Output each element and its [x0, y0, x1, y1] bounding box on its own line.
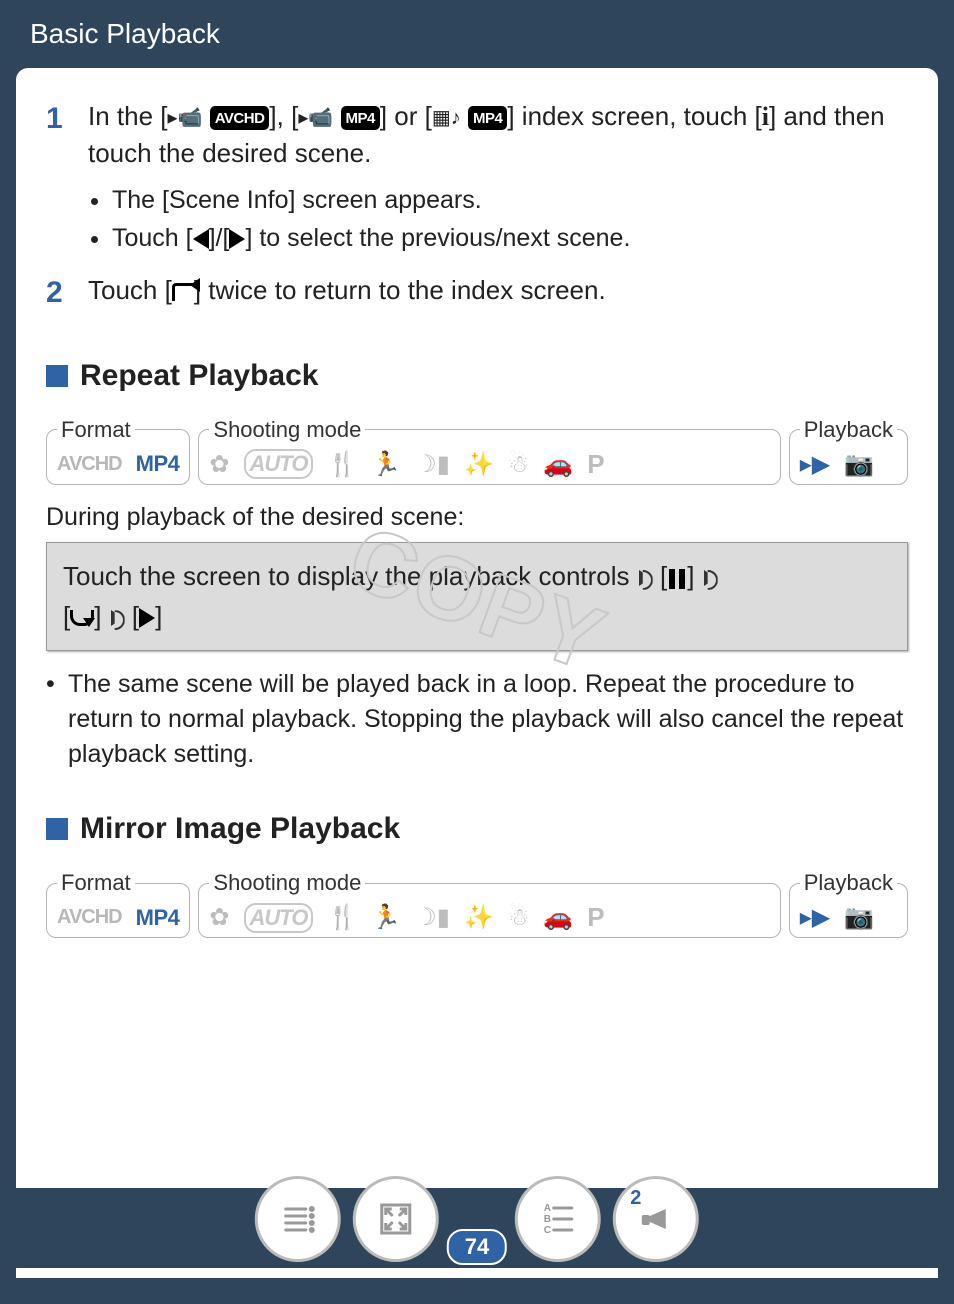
night-icon: ☽▮	[415, 450, 450, 479]
right-triangle-icon	[229, 229, 245, 249]
step-arrow-icon	[639, 570, 651, 586]
photo-playback-icon: 📷	[844, 903, 874, 932]
format-avchd: AVCHD	[57, 453, 122, 476]
food-icon: 🍴	[327, 450, 357, 479]
format-legend: Format	[57, 870, 135, 896]
playback-group: Playback ▸▶ 📷	[789, 870, 908, 938]
note: • The same scene will be played back in …	[46, 667, 908, 772]
sports-icon: 🏃	[371, 450, 401, 479]
night-icon: ☽▮	[415, 903, 450, 932]
shooting-mode-group: Shooting mode ✿ AUTO 🍴 🏃 ☽▮ ✨ ☃ 🚗 P	[198, 870, 780, 938]
section-repeat-playback: Repeat Playback	[46, 359, 908, 393]
snow-icon: ☃	[508, 903, 530, 932]
format-mp4: MP4	[136, 905, 180, 931]
lead-text: During playback of the desired scene:	[46, 503, 908, 532]
step-1-line: In the [▸📹 AVCHD], [▸📹 MP4] or [▦♪ MP4] …	[88, 98, 908, 172]
page-body: 1 In the [▸📹 AVCHD], [▸📹 MP4] or [▦♪ MP4…	[16, 68, 938, 1278]
toc-button[interactable]	[255, 1176, 341, 1262]
camcorder-icon: ▸📹	[168, 108, 203, 128]
fireworks-icon: ✨	[464, 450, 494, 479]
step-2-line: Touch [] twice to return to the index sc…	[88, 272, 606, 308]
car-icon: 🚗	[543, 903, 573, 932]
play-icon	[139, 608, 155, 628]
camcorder-icon: ▸📹	[298, 108, 333, 128]
info-icon: i	[762, 102, 769, 131]
auto-mode-icon: AUTO	[244, 903, 314, 933]
step-arrow-icon	[111, 610, 123, 626]
step-1-content: In the [▸📹 AVCHD], [▸📹 MP4] or [▦♪ MP4] …	[88, 98, 908, 258]
footer: 74 ABC 2	[0, 1188, 954, 1268]
format-avchd: AVCHD	[57, 906, 122, 929]
fireworks-icon: ✨	[464, 903, 494, 932]
svg-text:C: C	[544, 1225, 551, 1236]
svg-text:B: B	[544, 1214, 551, 1225]
left-triangle-icon	[193, 229, 209, 249]
loop-icon	[70, 610, 94, 626]
mode-bar: Format AVCHD MP4 Shooting mode ✿ AUTO 🍴 …	[46, 417, 908, 485]
page-header: Basic Playback	[0, 0, 954, 68]
svg-text:A: A	[544, 1203, 551, 1214]
step-2: 2 Touch [] twice to return to the index …	[46, 272, 908, 318]
bullet: Touch []/[] to select the previous/next …	[112, 220, 908, 256]
bullet-icon: •	[46, 667, 62, 772]
badge-number: 2	[630, 1187, 641, 1210]
step-number: 1	[46, 98, 70, 258]
step-number: 2	[46, 272, 70, 318]
square-bullet-icon	[46, 818, 68, 840]
camera-mode-button[interactable]: 2	[613, 1176, 699, 1262]
macro-icon: ✿	[209, 903, 229, 932]
step-1: 1 In the [▸📹 AVCHD], [▸📹 MP4] or [▦♪ MP4…	[46, 98, 908, 258]
format-group: Format AVCHD MP4	[46, 870, 190, 938]
step-1-bullets: The [Scene Info] screen appears. Touch […	[112, 182, 908, 257]
format-group: Format AVCHD MP4	[46, 417, 190, 485]
playback-group: Playback ▸▶ 📷	[789, 417, 908, 485]
sports-icon: 🏃	[371, 903, 401, 932]
photo-playback-icon: 📷	[844, 450, 874, 479]
car-icon: 🚗	[543, 450, 573, 479]
footer-nav: 74 ABC 2	[255, 1176, 699, 1262]
shooting-mode-group: Shooting mode ✿ AUTO 🍴 🏃 ☽▮ ✨ ☃ 🚗 P	[198, 417, 780, 485]
instruction-box: Touch the screen to display the playback…	[46, 542, 908, 652]
p-mode-icon: P	[587, 902, 604, 933]
macro-icon: ✿	[209, 450, 229, 479]
section-mirror-playback: Mirror Image Playback	[46, 812, 908, 846]
format-mp4: MP4	[136, 451, 180, 477]
pause-icon	[667, 558, 687, 597]
square-bullet-icon	[46, 365, 68, 387]
avchd-badge: AVCHD	[210, 106, 270, 130]
format-legend: Format	[57, 417, 135, 443]
playback-legend: Playback	[800, 417, 897, 443]
mp4-badge: MP4	[341, 106, 380, 130]
movie-playback-icon: ▸▶	[800, 450, 831, 479]
snow-icon: ☃	[508, 450, 530, 479]
auto-mode-icon: AUTO	[244, 449, 314, 479]
p-mode-icon: P	[587, 449, 604, 480]
mode-bar: Format AVCHD MP4 Shooting mode ✿ AUTO 🍴 …	[46, 870, 908, 938]
index-button[interactable]: ABC	[515, 1176, 601, 1262]
mp4-badge: MP4	[468, 106, 507, 130]
page-number: 74	[447, 1229, 507, 1265]
music-grid-icon: ▦♪	[432, 108, 461, 128]
step-2-content: Touch [] twice to return to the index sc…	[88, 272, 606, 318]
step-arrow-icon	[704, 570, 716, 586]
shooting-legend: Shooting mode	[209, 417, 365, 443]
bullet: The [Scene Info] screen appears.	[112, 182, 908, 218]
return-icon	[172, 283, 194, 301]
fullscreen-button[interactable]	[353, 1176, 439, 1262]
movie-playback-icon: ▸▶	[800, 903, 831, 932]
header-title: Basic Playback	[30, 18, 220, 49]
playback-legend: Playback	[800, 870, 897, 896]
shooting-legend: Shooting mode	[209, 870, 365, 896]
food-icon: 🍴	[327, 903, 357, 932]
